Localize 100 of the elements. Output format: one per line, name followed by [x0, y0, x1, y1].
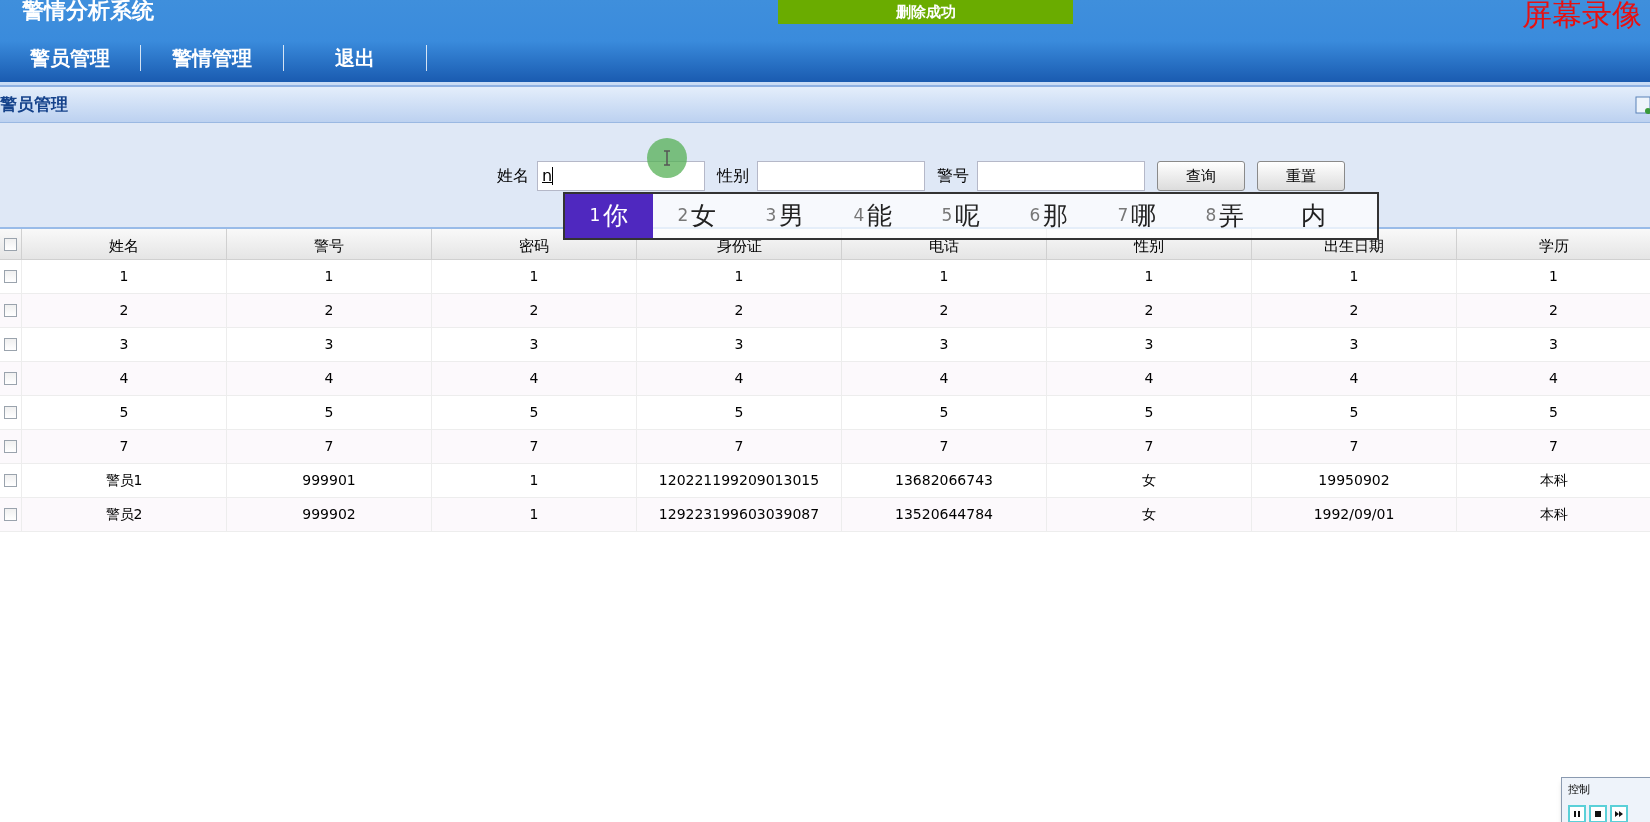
table-cell-text: 女	[1142, 471, 1156, 490]
row-checkbox[interactable]	[4, 440, 17, 453]
row-checkbox[interactable]	[4, 270, 17, 283]
field-label: 性别	[717, 165, 749, 187]
table-cell-text: 3	[1144, 335, 1154, 354]
table-cell-text: 3	[324, 335, 334, 354]
row-checkbox[interactable]	[4, 372, 17, 385]
table-cell-text: 1	[529, 471, 539, 490]
table-cell-text: 1	[529, 267, 539, 286]
row-checkbox[interactable]	[4, 474, 17, 487]
table-cell-text: 7	[939, 437, 949, 456]
ime-candidate[interactable]: 6 那	[1005, 194, 1093, 238]
pause-icon	[1573, 809, 1581, 818]
table-cell-text: 3	[734, 335, 744, 354]
table-cell-text: 1	[324, 267, 334, 286]
ime-candidate[interactable]: 5 呢	[917, 194, 1005, 238]
row-checkbox[interactable]	[4, 304, 17, 317]
table-cell-text: 4	[324, 369, 334, 388]
table-cell-text: 5	[119, 403, 129, 422]
table-cell-text: 7	[119, 437, 129, 456]
panel-title: 警员管理	[0, 92, 68, 116]
table-cell-text: 1992/09/01	[1313, 505, 1395, 524]
table-cell-text: 5	[734, 403, 744, 422]
table-cell-text: 4	[1349, 369, 1359, 388]
table-cell-text: 5	[324, 403, 334, 422]
table-cell-text: 999902	[302, 505, 356, 524]
table-cell-text: 13682066743	[895, 471, 993, 490]
table-cell-text: 本科	[1539, 471, 1568, 490]
recorder-label: 屏幕录像	[1522, 0, 1642, 34]
row-checkbox[interactable]	[4, 508, 17, 521]
table-cell-text: 120221199209013015	[658, 471, 820, 490]
column-header[interactable]: 密码	[519, 234, 549, 257]
stop-button[interactable]	[1589, 804, 1607, 822]
table-cell-text: 4	[734, 369, 744, 388]
table-cell-text: 2	[1549, 301, 1558, 320]
ime-candidate[interactable]: 1 你	[565, 194, 653, 238]
table-cell-text: 5	[1549, 403, 1558, 422]
fast-forward-button[interactable]	[1610, 804, 1628, 822]
text-cursor-icon	[663, 150, 671, 166]
pause-button[interactable]	[1568, 804, 1586, 822]
table-cell-text: 1	[734, 267, 744, 286]
table-cell-text: 2	[734, 301, 744, 320]
table-cell-text: 1	[1144, 267, 1154, 286]
table-cell-text: 7	[1549, 437, 1558, 456]
table-cell-text: 7	[734, 437, 744, 456]
column-header[interactable]: 学历	[1538, 234, 1569, 257]
table-cell-text: 2	[119, 301, 129, 320]
field-label: 姓名	[497, 165, 529, 187]
table-cell-text: 2	[324, 301, 334, 320]
table-cell-text: 3	[529, 335, 539, 354]
nav-link[interactable]: 警情管理	[141, 43, 283, 73]
field-label: 警号	[937, 165, 969, 187]
row-checkbox[interactable]	[4, 338, 17, 351]
table-cell-text: 2	[529, 301, 539, 320]
ime-candidate[interactable]: 8 弄	[1181, 194, 1269, 238]
input-field[interactable]: n	[537, 161, 705, 191]
table-cell-text: 7	[1349, 437, 1359, 456]
table-cell-text: 5	[1144, 403, 1154, 422]
table-cell-text: 19950902	[1318, 471, 1390, 490]
table-cell-text: 2	[1349, 301, 1359, 320]
search-button[interactable]: 查询	[1157, 161, 1245, 191]
table-cell-text: 4	[1549, 369, 1558, 388]
table-cell-text: 129223199603039087	[658, 505, 820, 524]
ime-candidate[interactable]: 内	[1269, 194, 1357, 238]
window-title: 控制	[1568, 782, 1591, 798]
table-cell-text: 本科	[1539, 505, 1568, 524]
table-cell-text: 2	[1144, 301, 1154, 320]
table-cell-text: 女	[1142, 505, 1156, 524]
table-cell-text: 7	[324, 437, 334, 456]
table-cell-text: 1	[1549, 267, 1558, 286]
table-cell-text: 7	[529, 437, 539, 456]
row-checkbox[interactable]	[4, 406, 17, 419]
column-header[interactable]: 姓名	[109, 234, 139, 257]
nav-link[interactable]: 警员管理	[0, 43, 140, 73]
ime-candidate[interactable]: 3 男	[741, 194, 829, 238]
column-header[interactable]: 警号	[314, 234, 344, 257]
table-cell-text: 2	[939, 301, 949, 320]
table-cell-text: 7	[1144, 437, 1154, 456]
nav-link[interactable]: 退出	[284, 43, 426, 73]
input-field[interactable]	[977, 161, 1145, 191]
table-cell-text: 警员1	[105, 471, 143, 490]
table-cell-text: 4	[529, 369, 539, 388]
ime-candidate[interactable]: 2 女	[653, 194, 741, 238]
table-cell-text: 13520644784	[895, 505, 993, 524]
ime-candidate[interactable]: 7 哪	[1093, 194, 1181, 238]
table-cell-text: 5	[1349, 403, 1359, 422]
table-cell-text: 4	[1144, 369, 1154, 388]
stop-icon	[1594, 809, 1602, 818]
table-cell-text: 5	[529, 403, 539, 422]
search-button[interactable]: 重置	[1257, 161, 1345, 191]
table-cell-text: 警员2	[105, 505, 143, 524]
ime-candidate[interactable]: 4能	[829, 194, 917, 238]
table-cell-text: 3	[939, 335, 949, 354]
table-cell-text: 5	[939, 403, 949, 422]
table-cell-text: 3	[119, 335, 129, 354]
row-checkbox[interactable]	[4, 237, 17, 251]
toast-message: 删除成功	[778, 0, 1073, 24]
input-field[interactable]	[757, 161, 925, 191]
document-icon[interactable]	[1635, 95, 1650, 114]
table-cell-text: 1	[1349, 267, 1359, 286]
